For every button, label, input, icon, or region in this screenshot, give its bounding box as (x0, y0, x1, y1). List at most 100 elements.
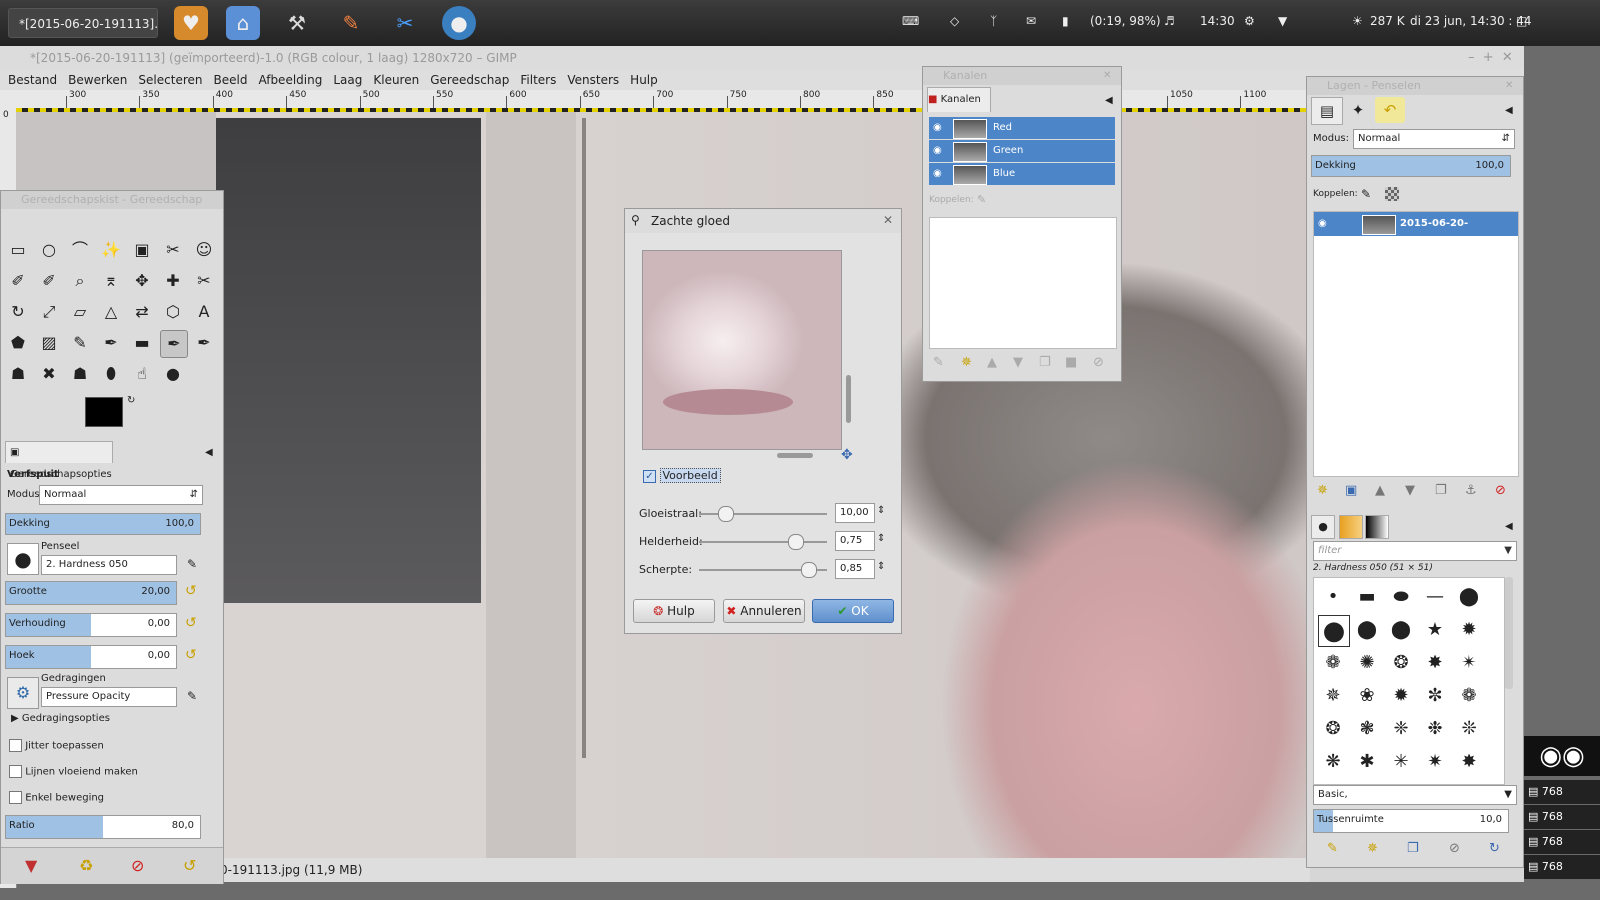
reset-angle-icon[interactable]: ↺ (185, 647, 197, 663)
tab-patterns[interactable] (1339, 515, 1363, 539)
tab-undo-history[interactable]: ↶ (1375, 97, 1405, 123)
param-spin-icon[interactable]: ⇕ (877, 561, 885, 572)
blur-sharpen-tool-icon[interactable]: ⬮ (98, 361, 124, 387)
preview-vscroll[interactable] (846, 375, 851, 423)
duplicate-brush-icon[interactable]: ❐ (1407, 841, 1419, 856)
paths-tool-icon[interactable]: ✐ (5, 268, 31, 294)
menu-item[interactable]: Kleuren (373, 73, 419, 87)
new-brush-icon[interactable]: ✵ (1367, 841, 1378, 856)
channel-eye-icon[interactable]: ◉ (933, 140, 942, 162)
channel-name[interactable]: Green (993, 140, 1023, 162)
menu-item[interactable]: Selecteren (138, 73, 202, 87)
menu-item[interactable]: Bewerken (68, 73, 127, 87)
tab-tool-options[interactable]: ▣ Gereedschapsopties (5, 441, 113, 480)
flip-tool-icon[interactable]: ⇄ (129, 299, 155, 325)
paintbrush-tool-icon[interactable]: ✒ (98, 330, 124, 356)
scissors-select-tool-icon[interactable]: ✂ (160, 237, 186, 263)
refresh-brushes-icon[interactable]: ↻ (1489, 841, 1500, 856)
crop-tool-icon[interactable]: ✂ (191, 268, 217, 294)
settings-tools-icon[interactable]: ⚒ (280, 6, 314, 40)
lower-layer-icon[interactable]: ▼ (1405, 483, 1415, 498)
param-value-field[interactable]: 0,85 (835, 559, 875, 579)
menu-item[interactable]: Beeld (213, 73, 247, 87)
raise-channel-icon[interactable]: ▲ (987, 355, 997, 370)
layers-config-icon[interactable]: ◀ (1505, 105, 1513, 116)
scissors-icon[interactable]: ✂ (388, 6, 422, 40)
channel-to-selection-icon[interactable]: ■ (1065, 355, 1077, 370)
restore-options-icon[interactable]: ♻ (79, 856, 93, 875)
jitter-option[interactable]: Jitter toepassen (9, 739, 104, 752)
brush-icon[interactable]: ❁ (1318, 648, 1348, 678)
swap-colors-icon[interactable]: ↻ (127, 395, 135, 406)
channels-link-icon[interactable]: ✎ (977, 193, 986, 206)
raise-layer-icon[interactable]: ▲ (1375, 483, 1385, 498)
clock[interactable]: 14:30 (1200, 14, 1235, 28)
brush-icon[interactable]: ✸ (1420, 648, 1450, 678)
reset-size-icon[interactable]: ↺ (185, 583, 197, 599)
param-value-field[interactable]: 0,75 (835, 531, 875, 551)
free-select-tool-icon[interactable]: ⌒ (67, 237, 93, 263)
preview-toggle[interactable]: ✓ Voorbeeld (643, 468, 721, 483)
rect-select-tool-icon[interactable]: ▭ (5, 237, 31, 263)
ellipse-select-tool-icon[interactable]: ○ (36, 237, 62, 263)
dock-close-icon[interactable]: ✕ (1505, 80, 1513, 91)
aspect-ratio-slider[interactable]: Verhouding 0,00 (5, 613, 177, 637)
brush-icon[interactable]: ✱ (1352, 747, 1382, 777)
new-layer-group-icon[interactable]: ▣ (1345, 483, 1357, 498)
brush-icon[interactable]: ⬬ (1386, 582, 1416, 612)
brush-field[interactable]: 2. Hardness 050 (41, 555, 177, 575)
align-tool-icon[interactable]: ✚ (160, 268, 186, 294)
volume-icon[interactable]: ♬ (1164, 14, 1175, 28)
ink-tool-icon[interactable]: ✒ (191, 330, 217, 356)
shear-tool-icon[interactable]: ▱ (67, 299, 93, 325)
brush-preview-icon[interactable]: ● (7, 543, 39, 575)
param-spin-icon[interactable]: ⇕ (877, 505, 885, 516)
configure-tab-icon[interactable]: ◀ (205, 447, 213, 458)
airbrush-tool-icon[interactable]: ✒ (160, 330, 188, 358)
date-time[interactable]: di 23 jun, 14:30 : 44 (1410, 14, 1532, 28)
brush-icon[interactable]: ❊ (1454, 714, 1484, 744)
anchor-layer-icon[interactable]: ⚓ (1465, 483, 1477, 498)
size-slider[interactable]: Grootte 20,00 (5, 581, 177, 605)
menu-item[interactable]: Hulp (630, 73, 658, 87)
perspective-tool-icon[interactable]: △ (98, 299, 124, 325)
window-controls[interactable]: – + ✕ (1468, 50, 1513, 65)
layer-opacity-slider[interactable]: Dekking 100,0 (1311, 155, 1511, 177)
menu-item[interactable]: Vensters (567, 73, 619, 87)
channel-row[interactable]: ◉ Green (929, 140, 1115, 162)
brush-icon[interactable]: ✸ (1454, 747, 1484, 777)
edit-brush-icon[interactable]: ✎ (187, 557, 197, 571)
cancel-button[interactable]: ✖ Annuleren (723, 599, 805, 623)
edit-dynamics-icon[interactable]: ✎ (187, 689, 197, 703)
channel-row[interactable]: ◉ Red (929, 117, 1115, 139)
text-tool-icon[interactable]: A (191, 299, 217, 325)
preview-area[interactable] (642, 250, 842, 450)
channels-close-icon[interactable]: ✕ (1103, 70, 1111, 81)
delete-options-icon[interactable]: ⊘ (131, 856, 144, 875)
selected-brush-icon[interactable]: ● (1318, 615, 1350, 647)
brush-grid-scrollbar[interactable] (1505, 577, 1513, 689)
help-button[interactable]: ❂ Hulp (633, 599, 715, 623)
battery-status[interactable]: (0:19, 98%) (1090, 14, 1161, 28)
browser-globe-icon[interactable]: ● (442, 6, 476, 40)
files-launcher-icon[interactable]: ♥ (174, 6, 208, 40)
brush-icon[interactable]: ⬤ (1386, 615, 1416, 645)
delete-channel-icon[interactable]: ⊘ (1093, 355, 1104, 370)
move-tool-icon[interactable]: ✥ (129, 268, 155, 294)
duplicate-layer-icon[interactable]: ❐ (1435, 483, 1447, 498)
pencil-tool-icon[interactable]: ✎ (67, 330, 93, 356)
new-layer-icon[interactable]: ✵ (1317, 483, 1328, 498)
opacity-slider[interactable]: Dekking 100,0 (5, 513, 201, 535)
smooth-option[interactable]: Lijnen vloeiend maken (9, 765, 138, 778)
delete-brush-icon[interactable]: ⊘ (1449, 841, 1460, 856)
brush-icon[interactable]: ✷ (1420, 747, 1450, 777)
color-select-tool-icon[interactable]: ▣ (129, 237, 155, 263)
brush-icon[interactable]: ★ (1420, 615, 1450, 645)
duplicate-channel-icon[interactable]: ❐ (1039, 355, 1051, 370)
weather-temperature[interactable]: 287 K (1370, 14, 1405, 28)
brushes-config-icon[interactable]: ◀ (1505, 521, 1513, 532)
layer-row[interactable]: ◉ 2015-06-20-191113.jpg (1314, 212, 1518, 253)
navigate-icon[interactable]: ✥ (841, 447, 853, 463)
channel-eye-icon[interactable]: ◉ (933, 163, 942, 185)
bucket-fill-tool-icon[interactable]: ⬟ (5, 330, 31, 356)
